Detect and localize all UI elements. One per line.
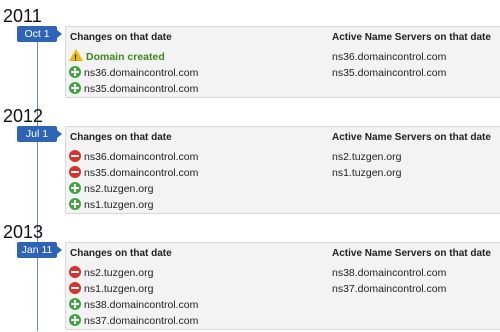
change-panel: Changes on that date Active Name Servers… xyxy=(65,126,500,214)
date-badge: Jul 1 xyxy=(17,126,62,142)
name-server: ns2.tuzgen.org xyxy=(332,151,402,163)
change-text: ns35.domaincontrol.com xyxy=(84,167,199,179)
change-panel: Changes on that date Active Name Servers… xyxy=(65,26,500,98)
name-server: ns1.tuzgen.org xyxy=(332,167,402,179)
changes-header: Changes on that date xyxy=(70,32,172,43)
add-icon xyxy=(69,82,81,94)
add-icon xyxy=(69,298,81,310)
change-text: Domain created xyxy=(86,51,165,63)
change-row: ns37.domaincontrol.com xyxy=(69,313,198,329)
name-servers-header: Active Name Servers on that date xyxy=(332,32,491,43)
change-row: ns2.tuzgen.org xyxy=(69,181,198,197)
year-heading: 2011 xyxy=(3,6,42,26)
add-icon xyxy=(69,198,81,210)
change-text: ns36.domaincontrol.com xyxy=(84,151,199,163)
remove-icon xyxy=(69,266,81,278)
timeline-section-2011: 2011 Oct 1 Changes on that date Active N… xyxy=(0,6,500,98)
changes-header: Changes on that date xyxy=(70,248,172,259)
changes-header: Changes on that date xyxy=(70,132,172,143)
change-text: ns2.tuzgen.org xyxy=(84,183,154,195)
remove-icon xyxy=(69,282,81,294)
change-text: ns37.domaincontrol.com xyxy=(84,315,199,327)
change-text: ns1.tuzgen.org xyxy=(84,283,154,295)
name-server-list: ns36.domaincontrol.com ns35.domaincontro… xyxy=(332,49,446,81)
name-server: ns35.domaincontrol.com xyxy=(332,67,447,79)
add-icon xyxy=(69,314,81,326)
change-row: ns35.domaincontrol.com xyxy=(69,165,198,181)
name-server: ns38.domaincontrol.com xyxy=(332,267,447,279)
name-servers-header: Active Name Servers on that date xyxy=(332,248,491,259)
change-row: Domain created xyxy=(69,49,198,66)
timeline-section-2012: 2012 Jul 1 Changes on that date Active N… xyxy=(0,106,500,216)
change-row: ns36.domaincontrol.com xyxy=(69,149,198,165)
remove-icon xyxy=(69,166,81,178)
warning-icon xyxy=(69,49,83,66)
year-heading: 2012 xyxy=(3,106,44,126)
change-row: ns35.domaincontrol.com xyxy=(69,81,198,97)
name-server: ns36.domaincontrol.com xyxy=(332,51,447,63)
change-panel: Changes on that date Active Name Servers… xyxy=(65,242,500,330)
change-text: ns2.tuzgen.org xyxy=(84,267,154,279)
date-badge: Oct 1 xyxy=(17,26,62,42)
change-text: ns1.tuzgen.org xyxy=(84,199,154,211)
add-icon xyxy=(69,182,81,194)
change-text: ns35.domaincontrol.com xyxy=(84,83,199,95)
change-row: ns38.domaincontrol.com xyxy=(69,297,198,313)
change-row: ns1.tuzgen.org xyxy=(69,197,198,213)
name-server: ns37.domaincontrol.com xyxy=(332,283,447,295)
name-server-list: ns38.domaincontrol.com ns37.domaincontro… xyxy=(332,265,446,297)
timeline-section-2013: 2013 Jan 11 Changes on that date Active … xyxy=(0,222,500,332)
name-servers-header: Active Name Servers on that date xyxy=(332,132,491,143)
date-badge: Jan 11 xyxy=(17,242,62,258)
change-row: ns1.tuzgen.org xyxy=(69,281,198,297)
add-icon xyxy=(69,66,81,78)
change-row: ns36.domaincontrol.com xyxy=(69,65,198,81)
change-list: Domain created ns36.domaincontrol.com ns… xyxy=(69,49,198,97)
change-text: ns36.domaincontrol.com xyxy=(84,67,199,79)
change-list: ns36.domaincontrol.com ns35.domaincontro… xyxy=(69,149,198,213)
change-row: ns2.tuzgen.org xyxy=(69,265,198,281)
change-list: ns2.tuzgen.org ns1.tuzgen.org ns38.domai… xyxy=(69,265,198,329)
name-server-list: ns2.tuzgen.org ns1.tuzgen.org xyxy=(332,149,401,181)
year-heading: 2013 xyxy=(3,222,44,242)
change-text: ns38.domaincontrol.com xyxy=(84,299,199,311)
remove-icon xyxy=(69,150,81,162)
